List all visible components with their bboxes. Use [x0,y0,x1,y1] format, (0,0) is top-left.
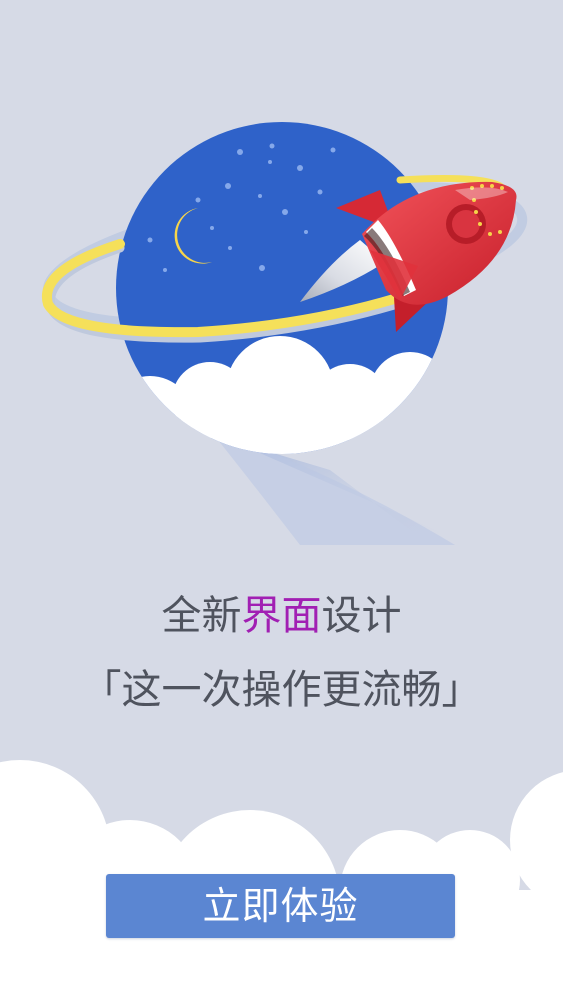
headline-suffix: 设计 [321,593,402,639]
rocket-planet-illustration [41,122,528,545]
headline: 全新界面设计 [0,592,563,640]
headline-highlight: 界面 [241,593,322,639]
bottom-clouds [0,760,563,1002]
headline-prefix: 全新 [161,593,242,639]
splash-screen: 全新界面设计 「这一次操作更流畅」 立即体验 [0,0,563,1002]
subline: 「这一次操作更流畅」 [81,667,482,713]
start-experience-button[interactable]: 立即体验 [106,874,455,938]
